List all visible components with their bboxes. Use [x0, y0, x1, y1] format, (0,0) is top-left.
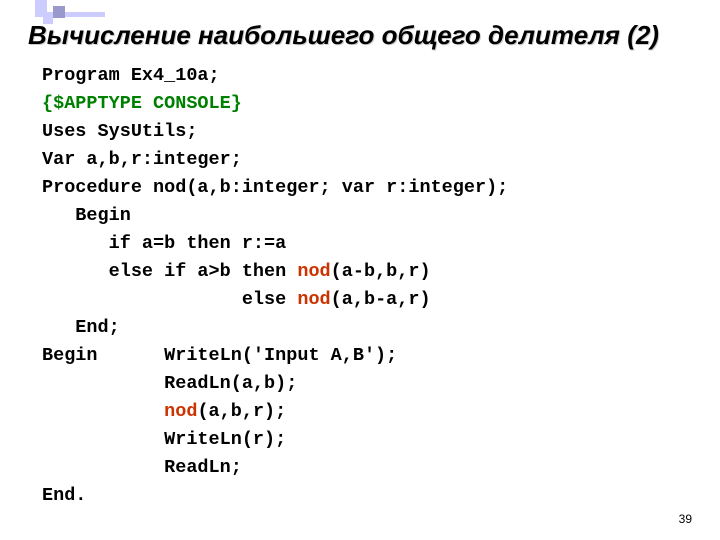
code-line: if a=b then r:=a — [42, 233, 286, 254]
code-line: Procedure nod(a,b:integer; var r:integer… — [42, 177, 508, 198]
code-line: ReadLn; — [42, 457, 242, 478]
code-line: End; — [42, 317, 120, 338]
code-line: else — [42, 289, 297, 310]
code-token: (a,b-a,r) — [331, 289, 431, 310]
code-line: WriteLn(r); — [42, 429, 286, 450]
code-line: End. — [42, 485, 86, 506]
code-token-nod: nod — [164, 401, 197, 422]
slide-decoration — [35, 0, 105, 20]
code-line: else if a>b then — [42, 261, 297, 282]
code-line: {$APPTYPE CONSOLE} — [42, 93, 242, 114]
code-line: Begin WriteLn('Input A,B'); — [42, 345, 397, 366]
code-line: Program Ex4_10a; — [42, 65, 220, 86]
code-token: (a,b,r); — [197, 401, 286, 422]
code-line: Uses SysUtils; — [42, 121, 197, 142]
code-token-nod: nod — [297, 289, 330, 310]
code-line: ReadLn(a,b); — [42, 373, 297, 394]
code-line: Var a,b,r:integer; — [42, 149, 242, 170]
code-block: Program Ex4_10a; {$APPTYPE CONSOLE} Uses… — [42, 62, 508, 510]
page-number: 39 — [679, 512, 692, 526]
code-line: Begin — [42, 205, 131, 226]
code-line — [42, 401, 164, 422]
slide-title: Вычисление наибольшего общего делителя (… — [28, 20, 700, 51]
code-token-nod: nod — [297, 261, 330, 282]
code-token: (a-b,b,r) — [331, 261, 431, 282]
